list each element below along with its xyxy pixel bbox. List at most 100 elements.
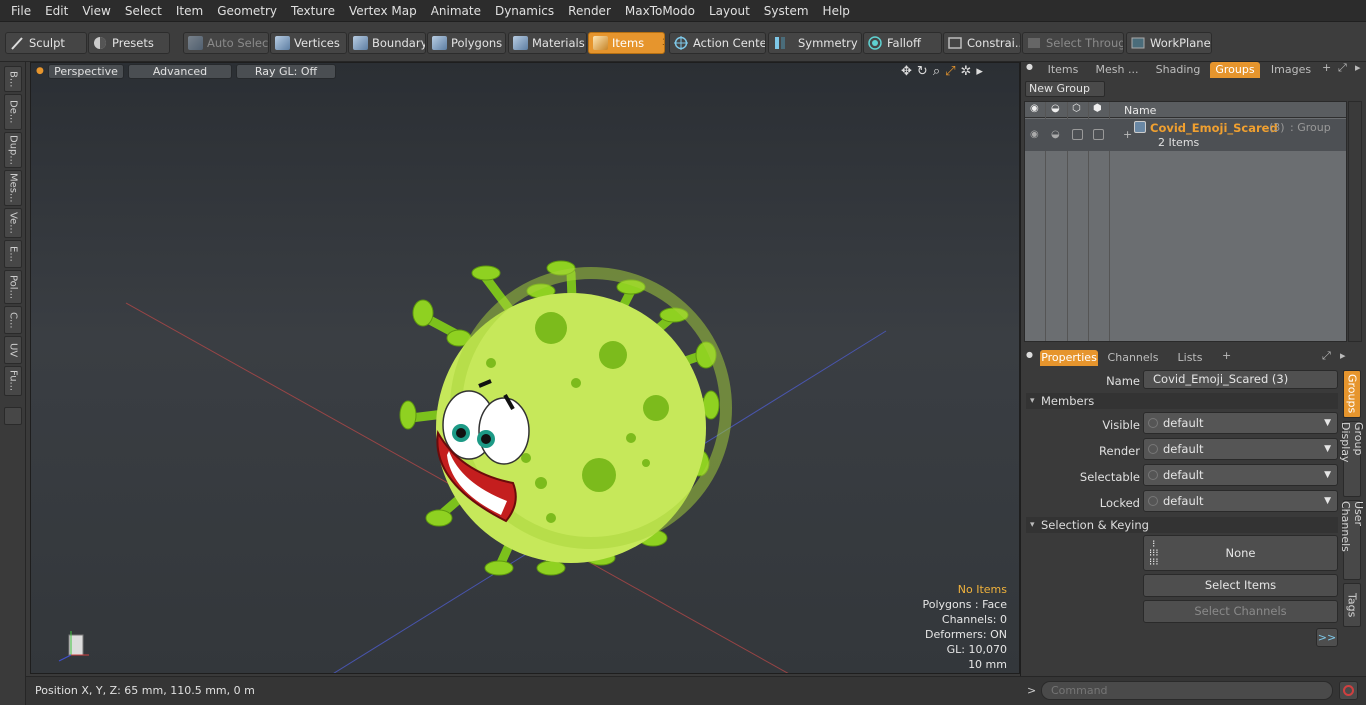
hud-gl: GL: 10,070 [946,643,1007,656]
3d-viewport[interactable]: ● Perspective Advanced Ray GL: Off ✥ ↻ ⌕… [30,62,1020,674]
lock-icon[interactable]: ⬡ [1072,103,1081,114]
tab-channels[interactable]: Channels [1104,350,1162,366]
fit-view-icon[interactable]: ⤢ [945,64,955,79]
zoom-view-icon[interactable]: ⌕ [933,64,940,79]
raygl-button[interactable]: Ray GL: Off [236,64,336,79]
menu-animate[interactable]: Animate [424,0,488,22]
menu-geometry[interactable]: Geometry [210,0,284,22]
menu-edit[interactable]: Edit [38,0,75,22]
shading-mode-button[interactable]: Advanced [128,64,232,79]
tab-groups[interactable]: Groups [1210,62,1260,78]
tab-items[interactable]: Items [1040,62,1086,78]
left-tab-uv[interactable]: UV [4,336,22,364]
row-eye-icon[interactable]: ◉ [1030,129,1039,140]
row-lock-toggle[interactable] [1072,129,1083,140]
props-more-icon[interactable]: ▸ [1340,349,1346,362]
viewport-expand-icon[interactable]: ▸ [976,64,983,79]
menu-dynamics[interactable]: Dynamics [488,0,561,22]
add-tab-icon[interactable]: + [1322,61,1331,74]
symmetry-button[interactable]: Symmetry [768,32,862,54]
panel-expand-icon[interactable]: ⤢ [1338,61,1347,75]
groups-scrollbar[interactable] [1348,101,1362,342]
left-tab-expand[interactable] [4,407,22,425]
viewport-menu-icon[interactable]: ● [36,66,44,76]
select-through-button[interactable]: Select Through [1022,32,1124,54]
props-menu-icon[interactable]: ● [1026,350,1033,359]
left-tab-curve[interactable]: C... [4,306,22,334]
constraints-button[interactable]: Constrai... [943,32,1021,54]
locked-dropdown[interactable]: default ▼ [1143,490,1338,512]
boundary-label: Boundary [372,36,426,50]
members-section[interactable]: ▾ Members [1026,393,1338,409]
rotate-view-icon[interactable]: ↻ [917,64,928,79]
tab-mesh[interactable]: Mesh ... [1092,62,1142,78]
record-button[interactable] [1339,681,1358,700]
left-tab-fusion[interactable]: Fu... [4,366,22,396]
left-tab-basic[interactable]: B... [4,66,22,92]
select-icon[interactable]: ⬢ [1093,103,1102,114]
auto-select-button[interactable]: Auto Select [183,32,269,54]
row-select-toggle[interactable] [1093,129,1104,140]
viewport-settings-icon[interactable]: ✲ [961,64,972,79]
left-tab-edge[interactable]: E... [4,240,22,268]
tab-lists[interactable]: Lists [1166,350,1214,366]
select-channels-button[interactable]: Select Channels [1143,600,1338,623]
left-tab-vertex[interactable]: Ve... [4,208,22,238]
action-center-button[interactable]: Action Center [669,32,766,54]
viewport-scene [58,260,887,673]
panel-more-icon[interactable]: ▸ [1355,61,1361,74]
group-name-field[interactable]: Covid_Emoji_Scared (3) [1143,370,1338,389]
expand-plus-icon[interactable]: + [1123,128,1132,141]
left-tab-deform[interactable]: De... [4,94,22,130]
items-button[interactable]: Items 3 [588,32,665,54]
menu-vertex-map[interactable]: Vertex Map [342,0,424,22]
sculpt-button[interactable]: Sculpt [5,32,87,54]
visible-dropdown[interactable]: default ▼ [1143,412,1338,434]
visibility-eye-icon[interactable]: ◉ [1030,103,1039,114]
more-options-button[interactable]: >> [1316,628,1338,647]
presets-button[interactable]: Presets [88,32,170,54]
materials-button[interactable]: Materials [508,32,587,54]
props-expand-icon[interactable]: ⤢ [1322,349,1331,363]
selectable-dropdown[interactable]: default ▼ [1143,464,1338,486]
tab-properties[interactable]: Properties [1040,350,1098,366]
selection-keying-section[interactable]: ▾ Selection & Keying [1026,517,1338,533]
add-props-tab-icon[interactable]: + [1222,349,1231,362]
boundary-button[interactable]: Boundary [348,32,426,54]
command-input[interactable] [1041,681,1333,700]
left-tab-polygon[interactable]: Pol... [4,270,22,304]
render-dropdown[interactable]: default ▼ [1143,438,1338,460]
menu-system[interactable]: System [757,0,816,22]
menu-view[interactable]: View [75,0,117,22]
menu-render[interactable]: Render [561,0,618,22]
side-tab-group-display[interactable]: Group Display [1339,421,1365,497]
move-view-icon[interactable]: ✥ [901,64,912,79]
keying-none-button[interactable]: ⁝ ⁝⁝⁝ ⁝⁝⁝ None [1143,535,1338,571]
side-tab-groups[interactable]: Groups [1343,370,1361,418]
render-icon[interactable]: ◒ [1051,103,1060,114]
menu-maxtomodo[interactable]: MaxToModo [618,0,702,22]
side-tab-tags[interactable]: Tags [1343,583,1361,627]
panel-menu-icon[interactable]: ● [1026,62,1033,71]
side-tab-user-channels[interactable]: User Channels [1339,500,1365,580]
tab-images[interactable]: Images [1266,62,1316,78]
menu-file[interactable]: File [4,0,38,22]
menu-select[interactable]: Select [118,0,169,22]
tab-shading[interactable]: Shading [1150,62,1206,78]
menu-help[interactable]: Help [816,0,857,22]
left-tab-mesh[interactable]: Mes... [4,170,22,206]
menu-layout[interactable]: Layout [702,0,757,22]
menu-texture[interactable]: Texture [284,0,342,22]
group-row[interactable]: ◉ ◒ + Covid_Emoji_Scared (3) : Group 2 I… [1025,119,1346,151]
view-mode-button[interactable]: Perspective [48,64,124,79]
workplane-button[interactable]: WorkPlane [1126,32,1212,54]
vertices-button[interactable]: Vertices 1 [270,32,347,54]
left-tab-duplicate[interactable]: Dup... [4,132,22,168]
polygons-button[interactable]: Polygons [427,32,506,54]
new-group-button[interactable]: New Group [1025,81,1105,97]
name-column-header[interactable]: Name [1124,104,1156,117]
row-render-icon[interactable]: ◒ [1051,129,1060,140]
select-items-button[interactable]: Select Items [1143,574,1338,597]
menu-item[interactable]: Item [169,0,210,22]
falloff-button[interactable]: Falloff [863,32,942,54]
